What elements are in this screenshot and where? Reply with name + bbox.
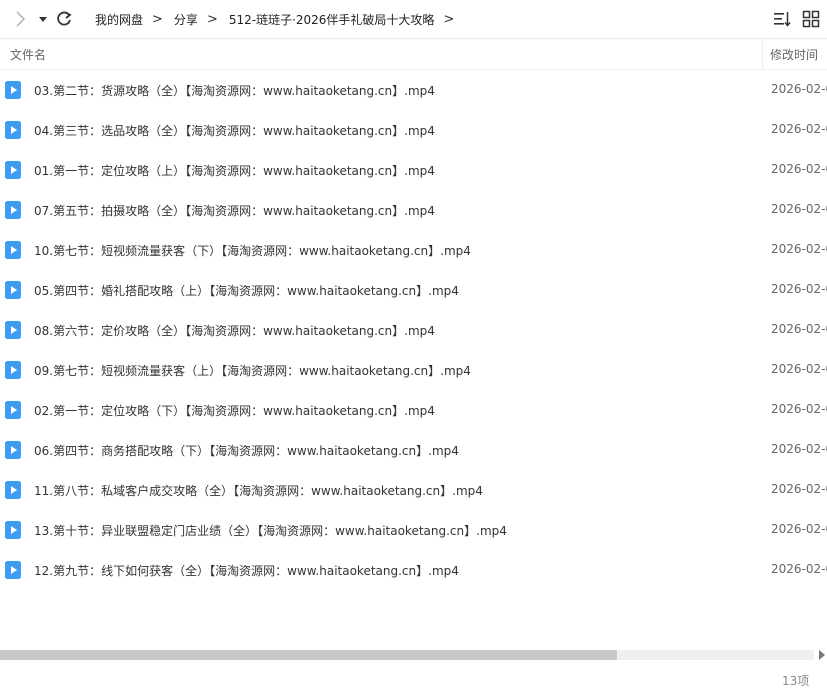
file-name[interactable]: 08.第六节：定价攻略（全）【海淘资源网：www.haitaoketang.cn… [34, 322, 435, 339]
file-row[interactable]: 07.第五节：拍摄攻略（全）【海淘资源网：www.haitaoketang.cn… [0, 190, 827, 230]
file-date: 2026-02-0 [771, 562, 827, 576]
file-date: 2026-02-0 [771, 362, 827, 376]
file-name[interactable]: 11.第八节：私域客户成交攻略（全）【海淘资源网：www.haitaoketan… [34, 482, 483, 499]
video-file-icon [5, 361, 21, 379]
file-row[interactable]: 03.第二节：货源攻略（全）【海淘资源网：www.haitaoketang.cn… [0, 70, 827, 110]
video-file-icon [5, 81, 21, 99]
file-row[interactable]: 01.第一节：定位攻略（上）【海淘资源网：www.haitaoketang.cn… [0, 150, 827, 190]
file-list: 03.第二节：货源攻略（全）【海淘资源网：www.haitaoketang.cn… [0, 70, 827, 590]
file-date: 2026-02-0 [771, 442, 827, 456]
file-row[interactable]: 02.第一节：定位攻略（下）【海淘资源网：www.haitaoketang.cn… [0, 390, 827, 430]
file-name[interactable]: 12.第九节：线下如何获客（全）【海淘资源网：www.haitaoketang.… [34, 562, 459, 579]
chevron-right-icon: > [152, 11, 163, 27]
file-row[interactable]: 10.第七节：短视频流量获客（下）【海淘资源网：www.haitaoketang… [0, 230, 827, 270]
file-date: 2026-02-0 [771, 242, 827, 256]
file-row[interactable]: 11.第八节：私域客户成交攻略（全）【海淘资源网：www.haitaoketan… [0, 470, 827, 510]
file-name[interactable]: 05.第四节：婚礼搭配攻略（上）【海淘资源网：www.haitaoketang.… [34, 282, 459, 299]
file-row[interactable]: 06.第四节：商务搭配攻略（下）【海淘资源网：www.haitaoketang.… [0, 430, 827, 470]
video-file-icon [5, 401, 21, 419]
breadcrumb-item-current-folder[interactable]: 512-琏琏子·2026伴手礼破局十大攻略 [229, 11, 435, 28]
file-name[interactable]: 01.第一节：定位攻略（上）【海淘资源网：www.haitaoketang.cn… [34, 162, 435, 179]
sort-icon[interactable] [773, 10, 791, 28]
video-file-icon [5, 561, 21, 579]
file-date: 2026-02-0 [771, 522, 827, 536]
video-file-icon [5, 441, 21, 459]
chevron-right-icon[interactable] [10, 9, 30, 29]
file-name[interactable]: 03.第二节：货源攻略（全）【海淘资源网：www.haitaoketang.cn… [34, 82, 435, 99]
file-date: 2026-02-0 [771, 202, 827, 216]
file-name[interactable]: 02.第一节：定位攻略（下）【海淘资源网：www.haitaoketang.cn… [34, 402, 435, 419]
breadcrumb-item-share[interactable]: 分享 [174, 11, 198, 28]
caret-down-icon[interactable] [38, 14, 48, 24]
file-row[interactable]: 12.第九节：线下如何获客（全）【海淘资源网：www.haitaoketang.… [0, 550, 827, 590]
file-date: 2026-02-0 [771, 402, 827, 416]
video-file-icon [5, 321, 21, 339]
file-name[interactable]: 13.第十节：异业联盟稳定门店业绩（全）【海淘资源网：www.haitaoket… [34, 522, 507, 539]
file-date: 2026-02-0 [771, 162, 827, 176]
file-row[interactable]: 04.第三节：选品攻略（全）【海淘资源网：www.haitaoketang.cn… [0, 110, 827, 150]
top-navigation-bar: 我的网盘 > 分享 > 512-琏琏子·2026伴手礼破局十大攻略 > [0, 0, 827, 39]
video-file-icon [5, 201, 21, 219]
file-date: 2026-02-0 [771, 282, 827, 296]
video-file-icon [5, 161, 21, 179]
file-name[interactable]: 04.第三节：选品攻略（全）【海淘资源网：www.haitaoketang.cn… [34, 122, 435, 139]
file-date: 2026-02-0 [771, 82, 827, 96]
video-file-icon [5, 121, 21, 139]
video-file-icon [5, 481, 21, 499]
breadcrumb-item-my-drive[interactable]: 我的网盘 [95, 11, 143, 28]
video-file-icon [5, 521, 21, 539]
chevron-right-icon: > [206, 11, 218, 27]
file-name[interactable]: 07.第五节：拍摄攻略（全）【海淘资源网：www.haitaoketang.cn… [34, 202, 435, 219]
scrollbar-thumb[interactable] [0, 650, 617, 660]
file-row[interactable]: 13.第十节：异业联盟稳定门店业绩（全）【海淘资源网：www.haitaoket… [0, 510, 827, 550]
refresh-icon[interactable] [55, 9, 73, 29]
column-header: 文件名 修改时间 [0, 39, 827, 70]
chevron-right-icon[interactable]: > [443, 12, 454, 27]
grid-view-icon[interactable] [802, 10, 820, 28]
column-header-modified[interactable]: 修改时间 [770, 46, 818, 63]
file-name[interactable]: 09.第七节：短视频流量获客（上）【海淘资源网：www.haitaoketang… [34, 362, 471, 379]
scroll-right-arrow-icon[interactable] [819, 650, 825, 660]
file-row[interactable]: 05.第四节：婚礼搭配攻略（上）【海淘资源网：www.haitaoketang.… [0, 270, 827, 310]
file-date: 2026-02-0 [771, 482, 827, 496]
column-header-name[interactable]: 文件名 [10, 46, 46, 63]
video-file-icon [5, 281, 21, 299]
video-file-icon [5, 241, 21, 259]
file-row[interactable]: 09.第七节：短视频流量获客（上）【海淘资源网：www.haitaoketang… [0, 350, 827, 390]
file-date: 2026-02-0 [771, 322, 827, 336]
file-name[interactable]: 10.第七节：短视频流量获客（下）【海淘资源网：www.haitaoketang… [34, 242, 471, 259]
item-count: 13项 [782, 674, 810, 688]
horizontal-scrollbar[interactable] [0, 650, 814, 660]
file-row[interactable]: 08.第六节：定价攻略（全）【海淘资源网：www.haitaoketang.cn… [0, 310, 827, 350]
breadcrumb: 我的网盘 > 分享 > 512-琏琏子·2026伴手礼破局十大攻略 > [95, 0, 465, 38]
column-divider[interactable] [762, 39, 763, 69]
file-date: 2026-02-0 [771, 122, 827, 136]
file-name[interactable]: 06.第四节：商务搭配攻略（下）【海淘资源网：www.haitaoketang.… [34, 442, 459, 459]
